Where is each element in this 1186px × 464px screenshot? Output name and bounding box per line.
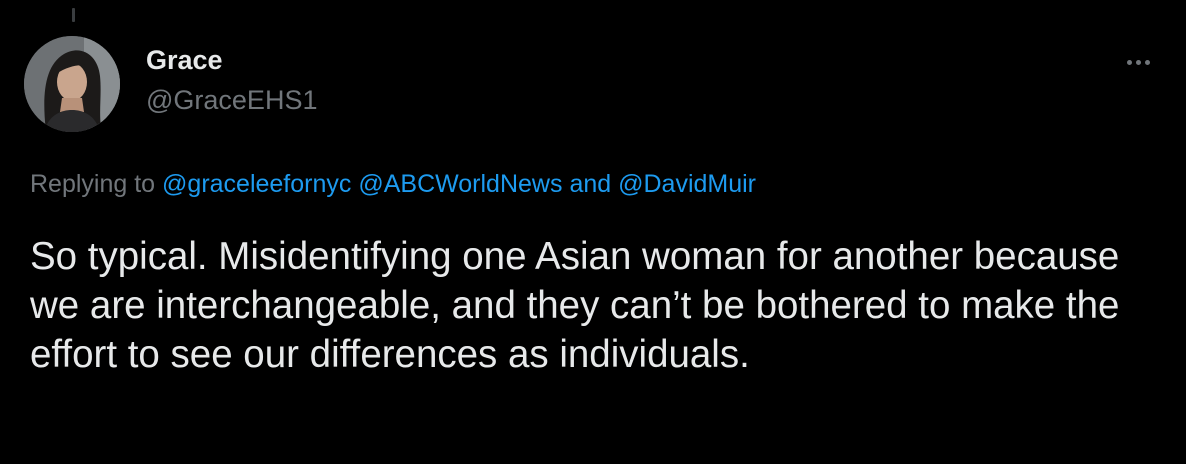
author-block: Grace @GraceEHS1 (146, 44, 317, 116)
reply-context: Replying to @graceleefornyc @ABCWorldNew… (30, 168, 756, 200)
mention-link[interactable]: @DavidMuir (618, 170, 756, 198)
more-options-button[interactable] (1118, 46, 1158, 78)
author-avatar[interactable] (24, 36, 120, 132)
more-horizontal-icon (1126, 59, 1132, 65)
mention-link[interactable]: @graceleefornyc (162, 170, 351, 198)
author-display-name[interactable]: Grace (146, 44, 317, 76)
more-horizontal-icon-dot-3 (1144, 59, 1150, 65)
tweet-text: So typical. Misidentifying one Asian wom… (30, 235, 1120, 376)
reply-conjunction: and (569, 170, 612, 198)
mention-link[interactable]: @ABCWorldNews (358, 170, 562, 198)
thread-connector-line (72, 8, 75, 22)
reply-prefix: Replying to (30, 170, 156, 198)
author-handle[interactable]: @GraceEHS1 (146, 84, 317, 116)
more-horizontal-icon-dot-2 (1135, 59, 1141, 65)
profile-photo-icon (24, 36, 120, 132)
